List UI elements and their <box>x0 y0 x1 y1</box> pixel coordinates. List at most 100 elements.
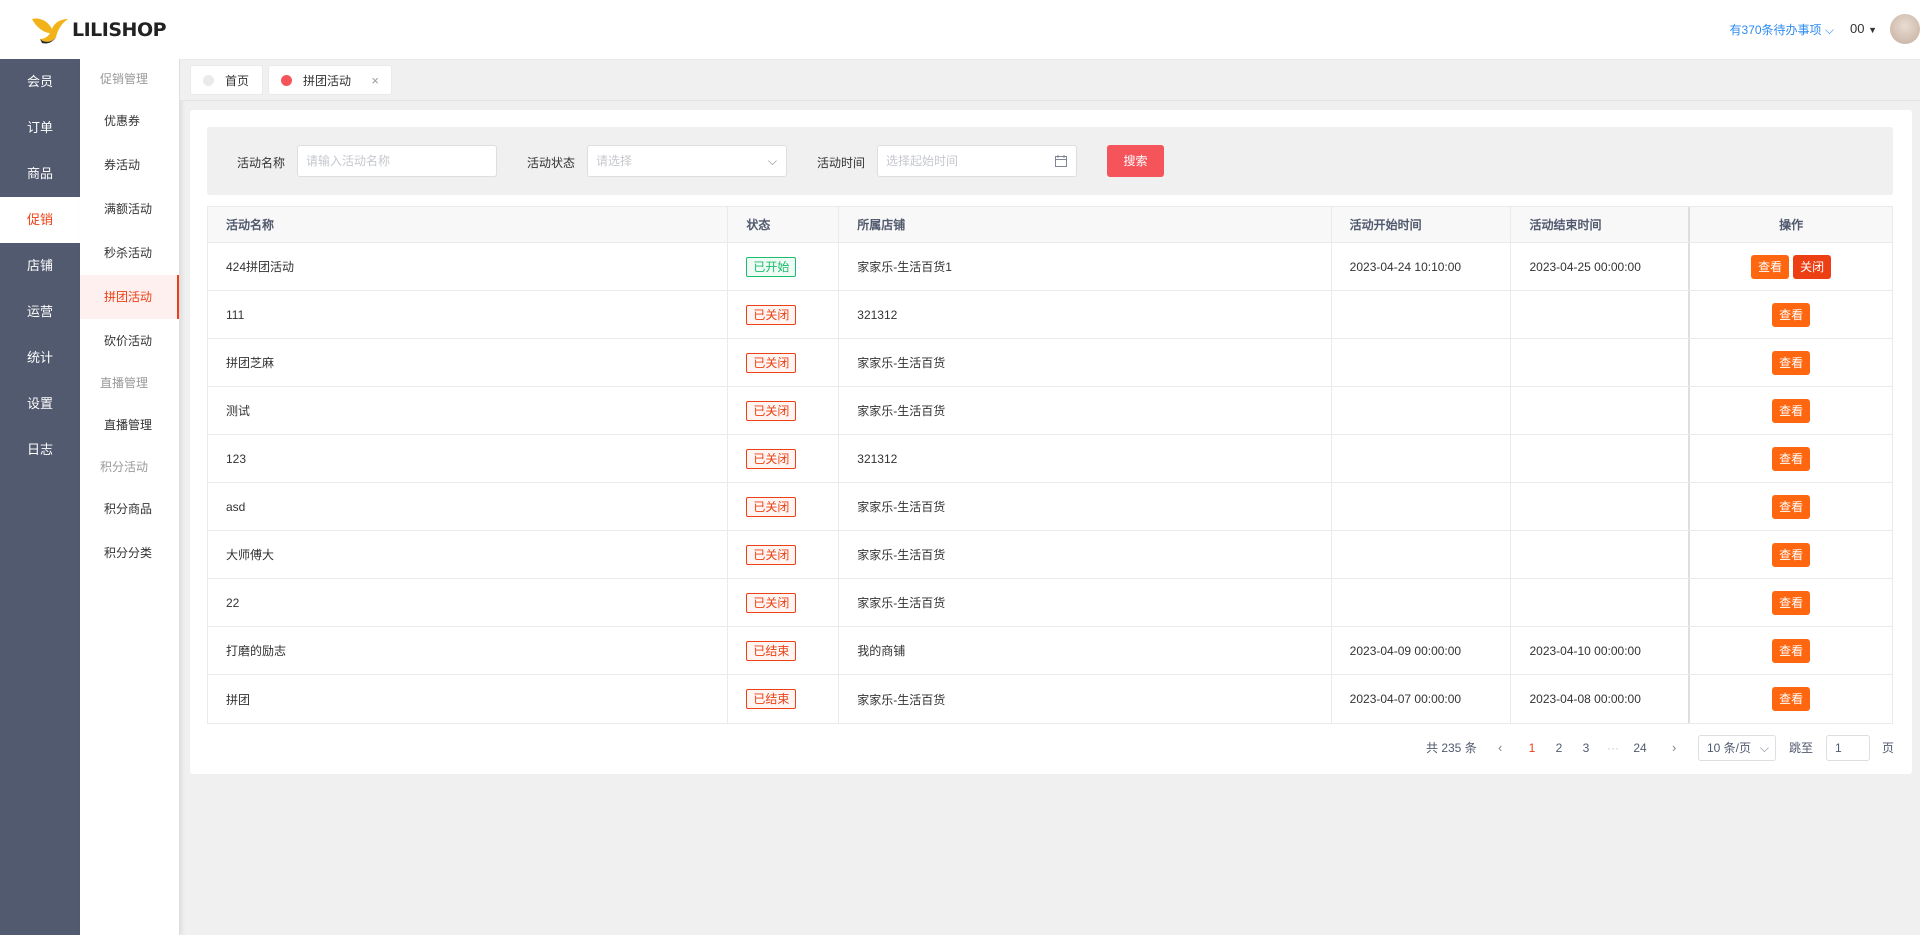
next-page-icon[interactable]: › <box>1672 734 1676 762</box>
prev-page-icon[interactable]: ‹ <box>1498 734 1502 762</box>
cell-actions: 查看 关闭 <box>1690 243 1892 290</box>
th-activity-name[interactable]: 活动名称 <box>208 207 729 242</box>
cell-end-time <box>1511 291 1691 338</box>
submenu-item-full-discount[interactable]: 满额活动 <box>80 187 179 231</box>
chevron-down-icon: ⌵ <box>767 154 777 168</box>
avatar[interactable] <box>1890 14 1920 44</box>
nav-item-order[interactable]: 订单 <box>0 105 80 151</box>
nav-item-settings[interactable]: 设置 <box>0 381 80 427</box>
cell-start-time <box>1332 291 1512 338</box>
logo[interactable]: LILISHOP <box>0 0 180 59</box>
cell-start-time <box>1332 483 1512 530</box>
view-button[interactable]: 查看 <box>1772 590 1811 615</box>
nav-item-goods[interactable]: 商品 <box>0 151 80 197</box>
activity-name-input[interactable]: 请输入活动名称 <box>297 145 497 177</box>
nav-item-operation[interactable]: 运营 <box>0 289 80 335</box>
activity-table: 活动名称 状态 所属店铺 活动开始时间 活动结束时间 操作 424拼团活动 已开始… <box>207 206 1893 724</box>
cell-actions: 查看 <box>1690 531 1892 578</box>
cell-activity-name: 123 <box>208 435 729 482</box>
submenu-item-coupon-activity[interactable]: 券活动 <box>80 143 179 187</box>
status-badge: 已关闭 <box>746 592 797 613</box>
cell-actions: 查看 <box>1690 627 1892 674</box>
view-button[interactable]: 查看 <box>1772 350 1811 375</box>
status-badge: 已关闭 <box>746 304 797 325</box>
view-button[interactable]: 查看 <box>1772 302 1811 327</box>
close-activity-button[interactable]: 关闭 <box>1793 254 1832 279</box>
tab-group-buy[interactable]: 拼团活动 × <box>268 65 392 95</box>
table-header-row: 活动名称 状态 所属店铺 活动开始时间 活动结束时间 操作 <box>208 207 1892 243</box>
cell-store: 家家乐-生活百货 <box>839 387 1332 434</box>
cell-store: 家家乐-生活百货 <box>839 339 1332 386</box>
nav-item-statistics[interactable]: 统计 <box>0 335 80 381</box>
view-button[interactable]: 查看 <box>1772 446 1811 471</box>
cell-start-time <box>1332 531 1512 578</box>
view-button[interactable]: 查看 <box>1772 542 1811 567</box>
cell-activity-name: 大师傅大 <box>208 531 729 578</box>
cell-activity-name: asd <box>208 483 729 530</box>
th-store[interactable]: 所属店铺 <box>839 207 1332 242</box>
tab-home[interactable]: 首页 <box>190 65 263 95</box>
submenu-item-points-goods[interactable]: 积分商品 <box>80 487 179 531</box>
cell-actions: 查看 <box>1690 675 1892 723</box>
user-menu[interactable]: 00 ▼ <box>1850 21 1877 36</box>
th-status[interactable]: 状态 <box>728 207 840 242</box>
table-row: 拼团芝麻 已关闭 家家乐-生活百货 查看 <box>208 339 1892 387</box>
view-button[interactable]: 查看 <box>1772 638 1811 663</box>
chevron-down-icon: ⌵ <box>1759 741 1769 755</box>
page-ellipsis[interactable]: ··· <box>1601 734 1625 762</box>
cell-start-time <box>1332 339 1512 386</box>
submenu-item-points-category[interactable]: 积分分类 <box>80 531 179 575</box>
submenu-item-bargain[interactable]: 砍价活动 <box>80 319 179 363</box>
view-button[interactable]: 查看 <box>1772 398 1811 423</box>
cell-actions: 查看 <box>1690 291 1892 338</box>
page-3[interactable]: 3 <box>1574 734 1598 762</box>
jump-input[interactable]: 1 <box>1826 735 1870 761</box>
caret-down-icon: ▼ <box>1868 25 1877 35</box>
page-24[interactable]: 24 <box>1628 734 1652 762</box>
cell-status: 已结束 <box>728 675 840 723</box>
search-button[interactable]: 搜索 <box>1107 145 1164 177</box>
search-form: 活动名称 请输入活动名称 活动状态 请选择 ⌵ 活动时间 选择起始时间 搜索 <box>207 127 1893 195</box>
cell-store: 家家乐-生活百货 <box>839 675 1332 723</box>
th-end-time[interactable]: 活动结束时间 <box>1511 207 1691 242</box>
cell-end-time <box>1511 339 1691 386</box>
submenu-item-coupon[interactable]: 优惠券 <box>80 99 179 143</box>
cell-start-time: 2023-04-24 10:10:00 <box>1332 243 1512 290</box>
activity-status-select[interactable]: 请选择 ⌵ <box>587 145 787 177</box>
activity-status-label: 活动状态 <box>527 156 576 170</box>
todo-link[interactable]: 有370条待办事项 ⌵ <box>1730 21 1834 38</box>
page-2[interactable]: 2 <box>1547 734 1571 762</box>
nav-item-log[interactable]: 日志 <box>0 427 80 473</box>
view-button[interactable]: 查看 <box>1772 687 1811 711</box>
table-row: 123 已关闭 321312 查看 <box>208 435 1892 483</box>
nav-item-promotion[interactable]: 促销 <box>0 197 80 243</box>
submenu-item-live[interactable]: 直播管理 <box>80 403 179 447</box>
cell-store: 家家乐-生活百货1 <box>839 243 1332 290</box>
view-button[interactable]: 查看 <box>1772 494 1811 519</box>
status-badge: 已关闭 <box>746 400 797 421</box>
cell-status: 已关闭 <box>728 435 840 482</box>
th-actions: 操作 <box>1779 218 1804 232</box>
table-body: 424拼团活动 已开始 家家乐-生活百货1 2023-04-24 10:10:00 20… <box>208 243 1892 723</box>
cell-status: 已关闭 <box>728 339 840 386</box>
th-start-time[interactable]: 活动开始时间 <box>1332 207 1512 242</box>
submenu-item-seckill[interactable]: 秒杀活动 <box>80 231 179 275</box>
submenu-item-group-buy[interactable]: 拼团活动 <box>80 275 179 319</box>
cell-status: 已关闭 <box>728 387 840 434</box>
cell-status: 已关闭 <box>728 291 840 338</box>
view-button[interactable]: 查看 <box>1751 254 1790 279</box>
cell-status: 已关闭 <box>728 531 840 578</box>
nav-item-store[interactable]: 店铺 <box>0 243 80 289</box>
activity-time-picker[interactable]: 选择起始时间 <box>877 145 1077 177</box>
table-row: 424拼团活动 已开始 家家乐-生活百货1 2023-04-24 10:10:00 20… <box>208 243 1892 291</box>
close-icon[interactable]: × <box>371 66 379 96</box>
status-badge: 已结束 <box>746 640 797 661</box>
page-suffix: 页 <box>1882 741 1895 755</box>
table-row: 拼团 已结束 家家乐-生活百货 2023-04-07 00:00:00 2023-04-… <box>208 675 1892 723</box>
cell-start-time <box>1332 387 1512 434</box>
page-1[interactable]: 1 <box>1520 734 1544 762</box>
page-size-select[interactable]: 10 条/页 ⌵ <box>1698 735 1776 761</box>
nav-item-member[interactable]: 会员 <box>0 59 80 105</box>
cell-end-time: 2023-04-25 00:00:00 <box>1511 243 1691 290</box>
logo-bird-icon <box>32 17 68 44</box>
